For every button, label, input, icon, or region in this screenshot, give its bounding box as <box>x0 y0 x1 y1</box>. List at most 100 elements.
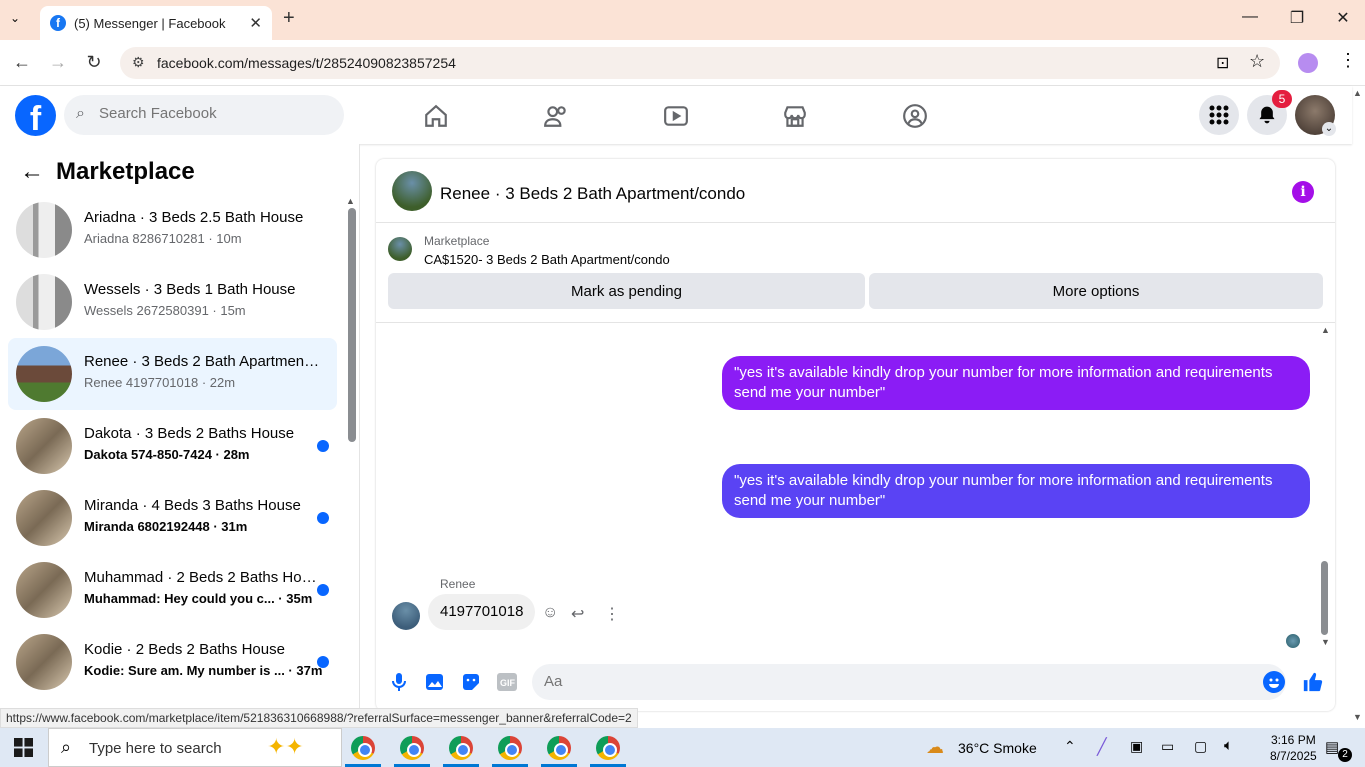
chrome-menu-icon[interactable]: ⋮ <box>1339 50 1357 71</box>
taskbar-search-icon: ⌕ <box>61 737 72 757</box>
browser-tab-bar: ⌄ f (5) Messenger | Facebook ✕ + — ❐ ✕ <box>0 0 1365 40</box>
conversation-item[interactable]: Miranda · 4 Beds 3 Baths House Miranda 6… <box>8 482 337 554</box>
page-scroll-down-icon[interactable]: ▼ <box>1353 712 1362 722</box>
weather-icon[interactable]: ☁ <box>926 737 944 758</box>
chrome-app-icon[interactable] <box>498 736 522 760</box>
page-scroll-up-icon[interactable]: ▲ <box>1353 88 1362 98</box>
chrome-app-icon[interactable] <box>400 736 424 760</box>
marketplace-sidebar: ← Marketplace Ariadna · 3 Beds 2.5 Bath … <box>0 144 360 708</box>
gif-icon[interactable]: GIF <box>496 671 518 693</box>
outgoing-message[interactable]: "yes it's available kindly drop your num… <box>722 464 1310 518</box>
like-thumb-icon[interactable] <box>1301 670 1325 694</box>
taskbar-search-placeholder: Type here to search <box>89 740 222 757</box>
site-info-icon[interactable]: ⚙ <box>132 54 145 71</box>
menu-grid-icon[interactable] <box>1199 95 1239 135</box>
incoming-message[interactable]: 4197701018 <box>428 594 536 630</box>
listing-thumbnail <box>16 202 72 258</box>
seen-avatar <box>1286 634 1300 648</box>
volume-icon[interactable]: 🔈︎ <box>1224 737 1233 754</box>
tab-search-icon[interactable]: ⌄ <box>10 11 20 25</box>
notification-center-badge: 2 <box>1338 748 1352 762</box>
bookmark-star-icon[interactable]: ☆ <box>1249 51 1265 72</box>
taskbar-search[interactable]: ⌕ Type here to search ✦✦ <box>48 728 342 767</box>
chat-scroll-up-icon[interactable]: ▲ <box>1321 325 1330 335</box>
network-icon[interactable]: ▢ <box>1194 738 1207 755</box>
pen-icon[interactable]: ╱ <box>1097 737 1107 757</box>
listing-title[interactable]: CA$1520- 3 Beds 2 Bath Apartment/condo <box>424 252 670 267</box>
reply-icon[interactable]: ↩ <box>571 604 584 624</box>
message-composer[interactable] <box>532 664 1286 700</box>
info-icon[interactable]: i <box>1292 181 1314 203</box>
groups-icon[interactable] <box>897 98 933 134</box>
tab-close-icon[interactable]: ✕ <box>249 14 262 32</box>
listing-thumbnail <box>16 490 72 546</box>
weather-text[interactable]: 36°C Smoke <box>958 740 1037 756</box>
outgoing-message[interactable]: "yes it's available kindly drop your num… <box>722 356 1310 410</box>
url-text: facebook.com/messages/t/2852409082385725… <box>157 55 456 71</box>
sticker-icon[interactable] <box>460 671 482 693</box>
more-actions-icon[interactable]: ⋮ <box>604 604 620 624</box>
sidebar-scrollbar[interactable] <box>348 208 356 442</box>
facebook-favicon-icon: f <box>50 15 66 31</box>
chat-title[interactable]: Renee · 3 Beds 2 Bath Apartment/condo <box>440 184 745 204</box>
forward-icon[interactable]: → <box>47 52 69 73</box>
sender-name: Renee <box>440 577 476 591</box>
profile-icon[interactable] <box>1298 53 1318 73</box>
taskbar-clock[interactable]: 3:16 PM 8/7/2025 <box>1270 732 1317 764</box>
conversation-item[interactable]: Wessels · 3 Beds 1 Bath House Wessels 26… <box>8 266 337 338</box>
marketplace-icon[interactable] <box>777 98 813 134</box>
message-input[interactable] <box>544 673 1244 690</box>
chat-avatar[interactable] <box>392 171 432 211</box>
watch-icon[interactable] <box>658 98 694 134</box>
conversation-item[interactable]: Ariadna · 3 Beds 2.5 Bath House Ariadna … <box>8 194 337 266</box>
facebook-header: f ⌕ <box>0 86 1352 144</box>
chrome-app-icon[interactable] <box>596 736 620 760</box>
minimize-icon[interactable]: — <box>1238 8 1262 26</box>
account-chevron-icon[interactable]: ⌄ <box>1322 122 1336 136</box>
unread-dot <box>317 440 329 452</box>
conversation-item[interactable]: Dakota · 3 Beds 2 Baths House Dakota 574… <box>8 410 337 482</box>
windows-start-icon[interactable] <box>14 738 33 762</box>
conversation-item[interactable]: Muhammad · 2 Beds 2 Baths House Muhammad… <box>8 554 337 626</box>
back-icon[interactable]: ← <box>11 52 33 73</box>
install-app-icon[interactable]: ⊡ <box>1216 53 1229 73</box>
chat-scrollbar[interactable] <box>1321 561 1328 635</box>
omnibox[interactable]: ⚙ facebook.com/messages/t/28524090823857… <box>120 47 1280 79</box>
conversation-item[interactable]: Kodie · 2 Beds 2 Baths House Kodie: Sure… <box>8 626 337 698</box>
window-close-icon[interactable]: ✕ <box>1331 8 1355 28</box>
clock-time: 3:16 PM <box>1271 733 1316 747</box>
home-icon[interactable] <box>418 98 454 134</box>
mark-as-pending-button[interactable]: Mark as pending <box>388 273 865 309</box>
react-emoji-icon[interactable]: ☺ <box>542 604 558 622</box>
photo-icon[interactable] <box>424 671 446 693</box>
microphone-icon[interactable] <box>388 671 410 693</box>
sender-avatar[interactable] <box>392 602 420 630</box>
friends-icon[interactable] <box>538 98 574 134</box>
new-tab-icon[interactable]: + <box>283 7 295 30</box>
facebook-logo-icon[interactable]: f <box>15 95 56 136</box>
conversation-item-selected[interactable]: Renee · 3 Beds 2 Bath Apartment/condo Re… <box>8 338 337 410</box>
browser-tab[interactable]: f (5) Messenger | Facebook ✕ <box>40 6 272 40</box>
conversation-name: Ariadna · 3 Beds 2.5 Bath House <box>84 209 304 226</box>
back-arrow-icon[interactable]: ← <box>20 158 44 186</box>
conversation-preview: Muhammad: Hey could you c... · 35m <box>84 591 313 606</box>
unread-dot <box>317 584 329 596</box>
restore-icon[interactable]: ❐ <box>1285 8 1309 28</box>
facebook-search[interactable]: ⌕ <box>64 95 344 135</box>
scroll-up-icon[interactable]: ▲ <box>346 196 355 206</box>
more-options-button[interactable]: More options <box>869 273 1323 309</box>
chrome-app-icon[interactable] <box>449 736 473 760</box>
battery-icon[interactable]: ▭ <box>1161 738 1174 755</box>
listing-thumbnail[interactable] <box>388 237 412 261</box>
tray-chevron-icon[interactable]: ⌃ <box>1064 738 1076 755</box>
chat-scroll-down-icon[interactable]: ▼ <box>1321 637 1330 647</box>
search-input[interactable] <box>99 105 329 122</box>
listing-thumbnail <box>16 634 72 690</box>
conversation-name: Dakota · 3 Beds 2 Baths House <box>84 425 295 442</box>
chrome-app-icon[interactable] <box>547 736 571 760</box>
windows-taskbar: ⌕ Type here to search ✦✦ ☁ 36°C Smoke ⌃ … <box>0 728 1365 767</box>
chrome-app-icon[interactable] <box>351 736 375 760</box>
reload-icon[interactable]: ↻ <box>83 52 105 73</box>
meet-icon[interactable]: ▣ <box>1130 738 1143 755</box>
emoji-icon[interactable] <box>1263 671 1285 693</box>
